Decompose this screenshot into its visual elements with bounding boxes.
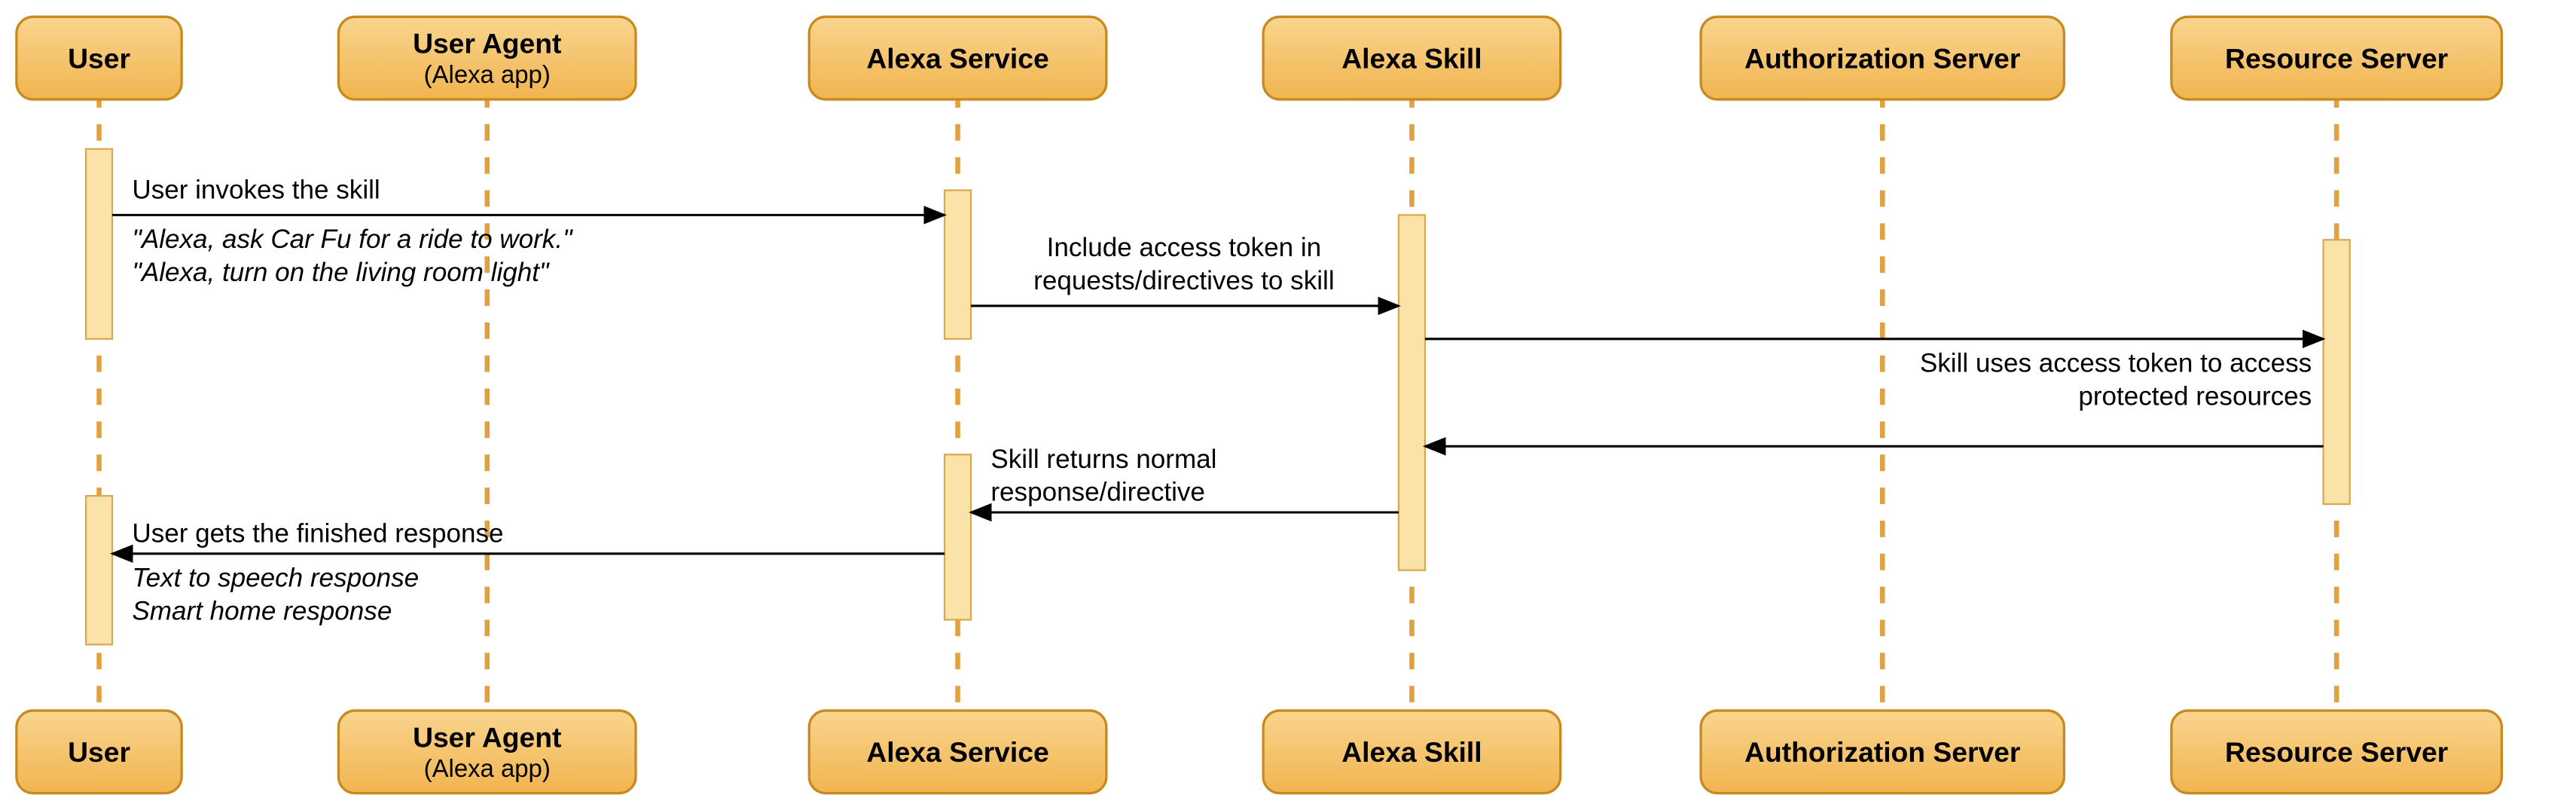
participant-sub-agent-top: (Alexa app) [424, 60, 551, 88]
label-skill-response-1: Skill returns normal [990, 445, 1216, 474]
activations [86, 149, 2350, 645]
participant-title-service-top: Alexa Service [866, 42, 1048, 74]
participant-title-auth-top: Authorization Server [1744, 42, 2020, 74]
participant-title-user-bottom: User [68, 736, 130, 768]
label-final-response: User gets the finished response [132, 518, 503, 548]
label-use-token-2: protected resources [2078, 382, 2312, 411]
label-use-token-1: Skill uses access token to access [1920, 349, 2312, 378]
participant-title-agent-bottom: User Agent [413, 721, 561, 753]
sequence-diagram: User invokes the skill "Alexa, ask Car F… [0, 0, 2576, 810]
participant-title-res-bottom: Resource Server [2225, 736, 2448, 768]
note-invoke-2: "Alexa, turn on the living room light" [132, 258, 550, 287]
participant-title-res-top: Resource Server [2225, 42, 2448, 74]
note-invoke-1: "Alexa, ask Car Fu for a ride to work." [132, 225, 573, 254]
label-include-token-1: Include access token in [1047, 233, 1321, 262]
lifelines [99, 58, 2337, 752]
label-include-token-2: requests/directives to skill [1033, 266, 1334, 295]
activation-res [2324, 240, 2350, 504]
label-skill-response-2: response/directive [990, 478, 1205, 507]
participant-title-skill-bottom: Alexa Skill [1341, 736, 1482, 768]
activation-user-1 [86, 149, 112, 339]
participant-title-service-bottom: Alexa Service [866, 736, 1048, 768]
participant-sub-agent-bottom: (Alexa app) [424, 754, 551, 782]
participant-title-auth-bottom: Authorization Server [1744, 736, 2020, 768]
activation-service-2 [945, 454, 971, 619]
participant-title-user-top: User [68, 42, 130, 74]
activation-skill [1399, 215, 1425, 570]
messages: User invokes the skill "Alexa, ask Car F… [112, 175, 2324, 625]
participant-title-skill-top: Alexa Skill [1341, 42, 1482, 74]
activation-service-1 [945, 191, 971, 339]
label-invoke-skill: User invokes the skill [132, 175, 380, 204]
participant-title-agent-top: User Agent [413, 28, 561, 60]
note-final-1: Text to speech response [132, 564, 419, 593]
activation-user-2 [86, 496, 112, 644]
note-final-2: Smart home response [132, 597, 392, 626]
